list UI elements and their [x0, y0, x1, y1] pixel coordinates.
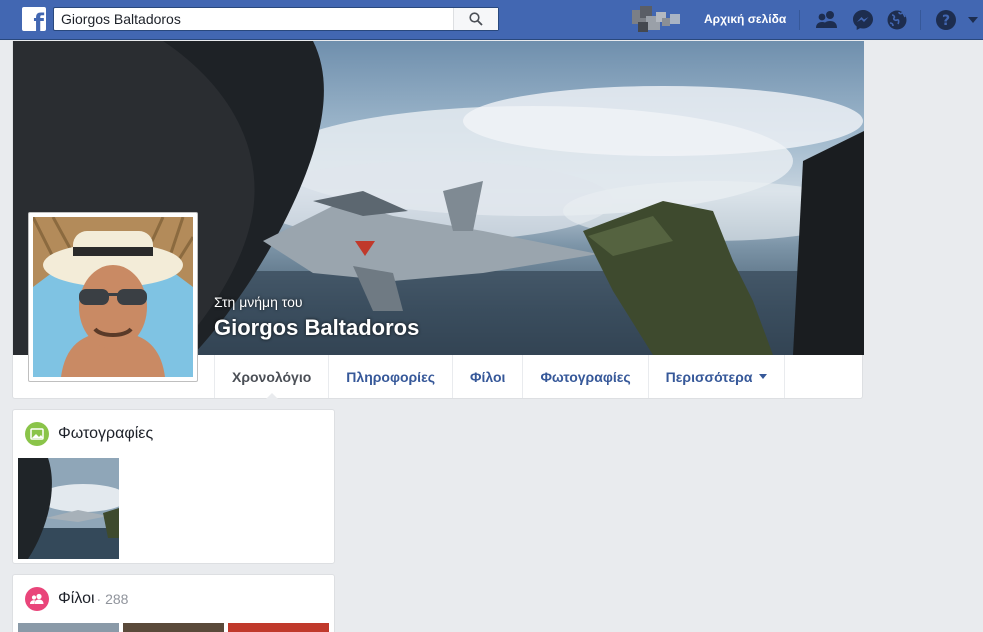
friend-thumbnail[interactable]: [228, 623, 329, 632]
friend-requests-icon[interactable]: [815, 8, 839, 32]
tab-friends[interactable]: Φίλοι: [452, 355, 522, 398]
photos-card: Φωτογραφίες: [12, 409, 335, 564]
search-input[interactable]: [54, 8, 444, 30]
friends-card-title[interactable]: Φίλοι: [58, 590, 95, 608]
svg-text:?: ?: [942, 13, 950, 29]
home-link[interactable]: Αρχική σελίδα: [704, 12, 786, 26]
tab-timeline[interactable]: Χρονολόγιο: [214, 355, 328, 399]
tab-timeline-label: Χρονολόγιο: [232, 368, 312, 385]
photo-thumbnail[interactable]: [18, 458, 119, 559]
tab-friends-label: Φίλοι: [470, 368, 506, 385]
memorial-label: Στη μνήμη του: [214, 294, 303, 310]
tab-about-label: Πληροφορίες: [346, 368, 435, 385]
profile-name[interactable]: Giorgos Baltadoros: [214, 315, 419, 341]
friend-thumbnail[interactable]: [18, 623, 119, 632]
caret-down-icon: [759, 374, 768, 383]
search-box: [53, 7, 499, 31]
friends-card: Φίλοι · 288: [12, 574, 335, 632]
search-button[interactable]: [453, 8, 498, 30]
friends-icon: [25, 587, 49, 611]
friends-count: · 288: [96, 591, 129, 607]
tab-about[interactable]: Πληροφορίες: [328, 355, 452, 398]
nav-divider: [920, 10, 921, 30]
tab-photos-label: Φωτογραφίες: [540, 368, 631, 385]
messenger-icon[interactable]: [851, 8, 875, 32]
help-icon[interactable]: ?: [934, 8, 958, 32]
profile-picture[interactable]: [28, 212, 198, 382]
profile-header-card: Στη μνήμη του Giorgos Baltadoros Χρονολό…: [12, 41, 864, 399]
photos-card-title[interactable]: Φωτογραφίες: [58, 425, 153, 443]
caret-down-icon[interactable]: [966, 8, 980, 32]
profile-tabs: Χρονολόγιο Πληροφορίες Φίλοι Φωτογραφίες…: [214, 355, 786, 399]
tab-photos[interactable]: Φωτογραφίες: [522, 355, 647, 398]
photo-thumbnail-image: [18, 458, 119, 559]
profile-photo-image: [33, 217, 193, 377]
facebook-logo-icon[interactable]: f: [22, 7, 46, 31]
photos-icon: [25, 422, 49, 446]
tab-more-label: Περισσότερα: [665, 368, 753, 385]
friend-thumbnail[interactable]: [123, 623, 224, 632]
top-navigation-bar: f Αρχική σελίδα ?: [0, 0, 983, 40]
user-avatar[interactable]: [632, 6, 684, 34]
nav-divider: [799, 10, 800, 30]
globe-icon[interactable]: [885, 8, 909, 32]
search-icon: [469, 12, 483, 26]
tab-more[interactable]: Περισσότερα: [647, 355, 786, 398]
